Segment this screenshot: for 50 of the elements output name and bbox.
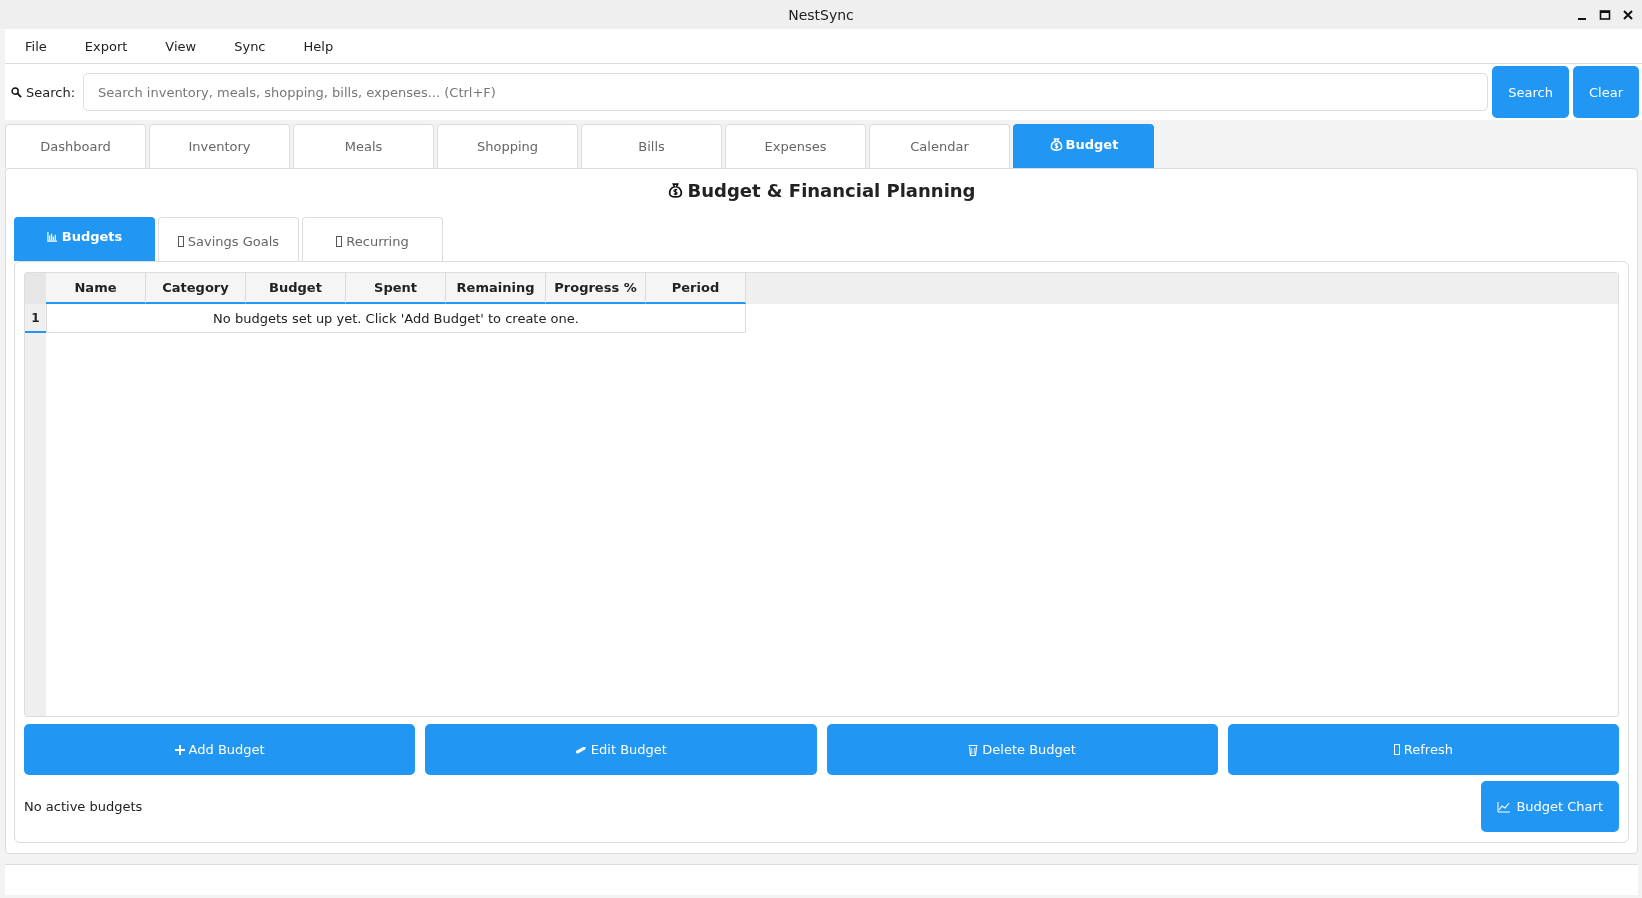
menu-item[interactable]: View <box>165 38 197 54</box>
table-cell: No budgets set up yet. Click 'Add Budget' to create one. <box>46 304 746 333</box>
search-bar-button[interactable]: Clear <box>1573 66 1639 118</box>
menu-item[interactable]: Sync <box>234 38 266 54</box>
menu-item[interactable]: Export <box>84 38 128 54</box>
pencil-icon <box>574 745 587 754</box>
column-header[interactable]: Progress % <box>546 273 646 304</box>
action-button[interactable]: Add Budget <box>24 724 416 775</box>
money-bag-icon <box>667 182 685 199</box>
row-header: 1 <box>25 304 46 333</box>
column-header[interactable]: Remaining <box>446 273 546 304</box>
chart-button[interactable]: Budget Chart <box>1481 781 1619 832</box>
tab[interactable]: Expenses <box>725 124 866 168</box>
sub-tab[interactable]: Budgets <box>14 217 155 261</box>
search-bar-button[interactable]: Search <box>1492 66 1569 118</box>
tab[interactable]: Inventory <box>149 124 290 168</box>
search-icon <box>11 86 22 98</box>
line-chart-icon <box>1497 800 1512 813</box>
tab[interactable]: Budget <box>1013 124 1154 168</box>
menu-item[interactable]: Help <box>303 38 334 54</box>
status-text: No active budgets <box>24 799 143 814</box>
plus-icon <box>174 744 185 755</box>
tab[interactable]: Bills <box>581 124 722 168</box>
tab[interactable]: Meals <box>293 124 434 168</box>
column-header[interactable]: Spent <box>346 273 446 304</box>
trash-icon <box>968 743 979 756</box>
tab[interactable]: Calendar <box>869 124 1010 168</box>
box-icon <box>177 235 184 247</box>
sub-tab[interactable]: Savings Goals <box>158 217 299 261</box>
money-bag-icon <box>1048 136 1064 152</box>
action-button[interactable]: Edit Budget <box>425 724 817 775</box>
box-icon <box>1393 744 1400 755</box>
search-field[interactable]: Search inventory, meals, shopping, bills, expenses... (Ctrl+F) <box>83 73 1489 111</box>
column-header[interactable]: Budget <box>246 273 346 304</box>
page-heading: Budget & Financial Planning <box>667 180 976 201</box>
menu-item[interactable]: File <box>25 38 47 54</box>
tab[interactable]: Shopping <box>437 124 578 168</box>
column-header[interactable]: Category <box>146 273 246 304</box>
search-label: Search: <box>26 84 76 100</box>
maximize-icon[interactable] <box>1599 9 1611 21</box>
window-title: NestSync <box>788 6 854 23</box>
close-icon[interactable] <box>1622 9 1634 21</box>
box-icon <box>336 235 343 247</box>
action-button[interactable]: Delete Budget <box>826 724 1218 775</box>
sub-tab[interactable]: Recurring <box>302 217 443 261</box>
bar-chart-icon <box>46 231 58 242</box>
action-button[interactable]: Refresh <box>1227 724 1619 775</box>
column-header[interactable]: Name <box>46 273 146 304</box>
tab[interactable]: Dashboard <box>5 124 146 168</box>
column-header[interactable]: Period <box>646 273 746 304</box>
